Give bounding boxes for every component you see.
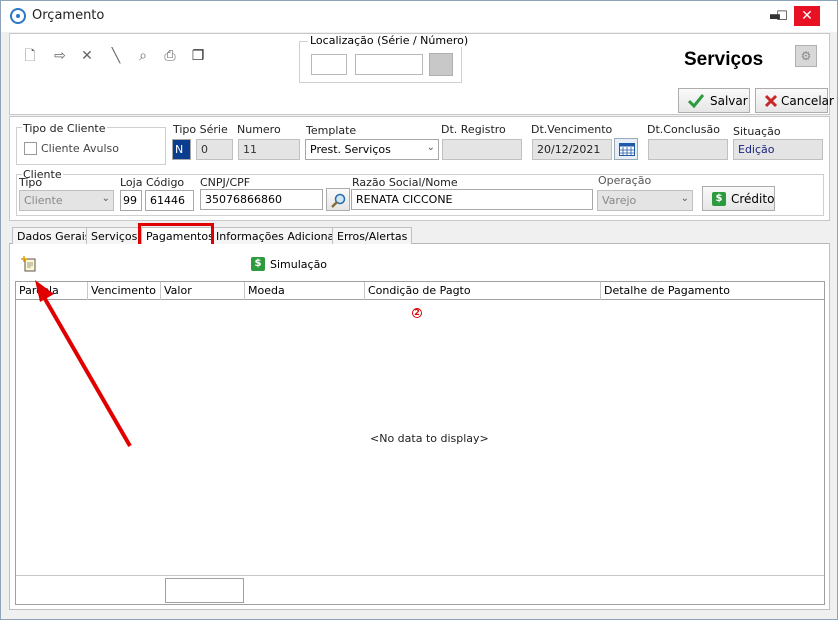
column-header-moeda[interactable]: Moeda — [245, 282, 365, 300]
column-header-parcela[interactable]: Parcela — [16, 282, 88, 300]
situacao-label: Situação — [733, 125, 781, 138]
save-button[interactable]: Salvar — [678, 88, 750, 113]
dt-vencimento-input[interactable]: 20/12/2021 — [532, 139, 612, 160]
localizacao-numero-input[interactable] — [355, 54, 423, 75]
cliente-avulso-checkbox[interactable] — [24, 142, 37, 155]
tab-servicos[interactable]: Serviços — [86, 227, 143, 244]
tab-informacoes-adicionais[interactable]: Informações Adicionais — [211, 227, 349, 244]
dt-conclusao-input — [648, 139, 728, 160]
cancel-button[interactable]: Cancelar — [755, 88, 834, 113]
localizacao-serie-input[interactable] — [311, 54, 347, 75]
column-header-condicao[interactable]: Condição de Pagto — [365, 282, 601, 300]
dollar-icon: $ — [712, 192, 726, 206]
situacao-input: Edição — [733, 139, 823, 160]
operacao-select: Varejo ⌄ — [597, 190, 693, 211]
template-value: Prest. Serviços — [310, 143, 391, 156]
tab-erros-alertas[interactable]: Erros/Alertas — [332, 227, 413, 244]
operacao-value: Varejo — [602, 194, 637, 207]
calendar-button[interactable] — [614, 138, 638, 160]
cnpj-input[interactable]: 35076866860 — [200, 189, 323, 210]
dt-registro-label: Dt. Registro — [441, 123, 506, 136]
pen-icon[interactable]: ╲ — [108, 48, 124, 64]
tipo-serie-label: Tipo Série — [173, 123, 228, 136]
maximize-button[interactable]: ☐ — [773, 8, 791, 26]
print-icon[interactable]: ⎙ — [162, 48, 178, 64]
edit-icon[interactable]: ⇨ — [52, 48, 68, 64]
orcamento-window: Orçamento ▬ ☐ ✕ 🗋 ⇨ ✕ ╲ ⌕ ⎙ ❐ Localizaçã… — [0, 0, 838, 620]
cliente-avulso-label: Cliente Avulso — [41, 142, 119, 155]
credito-button[interactable]: $ Crédito — [702, 186, 775, 211]
razao-label: Razão Social/Nome — [352, 176, 458, 189]
chevron-down-icon: ⌄ — [680, 193, 689, 204]
check-icon — [688, 94, 704, 108]
dt-registro-input — [442, 139, 522, 160]
operacao-label: Operação — [598, 174, 652, 187]
tipo-select: Cliente ⌄ — [19, 190, 114, 211]
page-heading: Serviços — [684, 49, 764, 70]
serie-input: 0 — [196, 139, 233, 160]
template-label: Template — [306, 124, 357, 137]
tipo-serie-input[interactable]: N — [172, 139, 191, 160]
title-bar — [1, 1, 837, 32]
magnifier-icon — [331, 193, 346, 208]
codigo-label: Código — [146, 176, 185, 189]
add-document-icon — [21, 256, 36, 272]
column-header-valor[interactable]: Valor — [161, 282, 245, 300]
numero-input: 11 — [238, 139, 300, 160]
footer-total-box — [165, 578, 244, 603]
new-doc-icon[interactable]: 🗋 — [22, 48, 38, 64]
dollar-icon: $ — [251, 257, 265, 271]
close-button[interactable]: ✕ — [794, 6, 820, 26]
tipo-cliente-label: Tipo de Cliente — [22, 122, 107, 135]
numero-label: Numero — [237, 123, 281, 136]
add-payment-button[interactable] — [21, 255, 39, 273]
cancel-label: Cancelar — [781, 94, 834, 108]
dt-vencimento-label: Dt.Vencimento — [531, 123, 613, 136]
delete-icon[interactable]: ✕ — [79, 48, 95, 64]
save-label: Salvar — [710, 94, 748, 108]
copy-icon[interactable]: ❐ — [190, 48, 206, 64]
column-header-vencimento[interactable]: Vencimento — [88, 282, 161, 300]
cnpj-label: CNPJ/CPF — [200, 176, 251, 189]
tipo-label: Tipo — [19, 176, 43, 189]
simulacao-label: Simulação — [270, 258, 328, 271]
cliente-search-button[interactable] — [326, 188, 350, 211]
codigo-input[interactable]: 61446 — [145, 190, 194, 211]
dt-conclusao-label: Dt.Conclusão — [647, 123, 720, 136]
column-header-detalhe[interactable]: Detalhe de Pagamento — [601, 282, 823, 300]
app-icon — [10, 8, 26, 24]
razao-input[interactable]: RENATA CICCONE — [351, 189, 593, 210]
empty-message: <No data to display> — [370, 432, 489, 445]
settings-icon[interactable]: ⚙ — [795, 45, 817, 67]
annotation-badge: 2 — [412, 308, 422, 318]
chevron-down-icon: ⌄ — [426, 142, 435, 153]
grid-footer-line — [16, 575, 824, 576]
tipo-value: Cliente — [24, 194, 63, 207]
x-icon — [764, 94, 778, 108]
window-title: Orçamento — [32, 8, 105, 23]
search-doc-icon[interactable]: ⌕ — [135, 48, 151, 64]
template-select[interactable]: Prest. Serviços ⌄ — [305, 139, 439, 160]
localizacao-search-button[interactable] — [429, 53, 453, 76]
loja-input[interactable]: 99 — [120, 190, 142, 211]
localizacao-label: Localização (Série / Número) — [308, 34, 471, 47]
calendar-icon — [619, 143, 635, 156]
loja-label: Loja — [120, 176, 143, 189]
tab-dados-gerais[interactable]: Dados Gerais — [12, 227, 96, 244]
credito-label: Crédito — [731, 192, 775, 206]
chevron-down-icon: ⌄ — [101, 193, 110, 204]
